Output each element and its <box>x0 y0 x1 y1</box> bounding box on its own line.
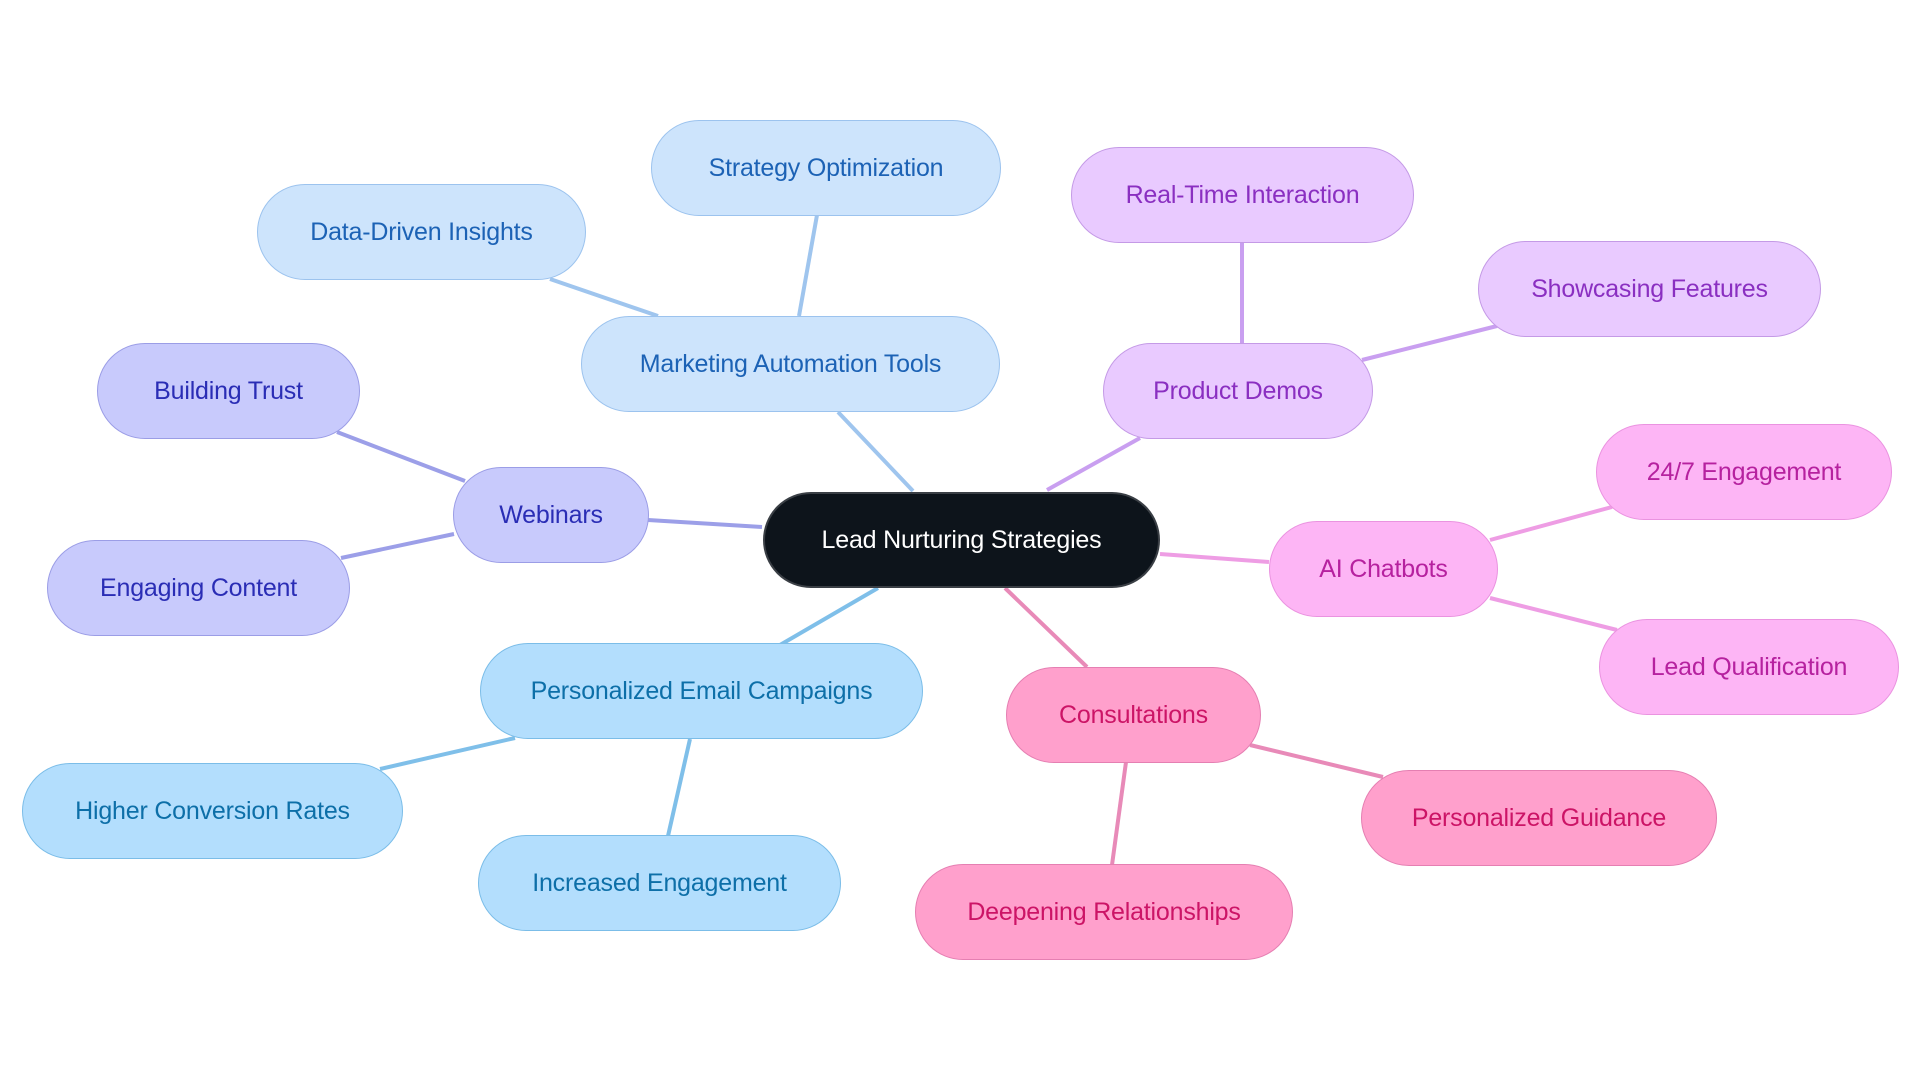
root-node-label: Lead Nurturing Strategies <box>821 525 1102 554</box>
node-consultations[interactable]: Consultations <box>1006 667 1261 763</box>
node-product-demos[interactable]: Product Demos <box>1103 343 1373 439</box>
node-engaging-content[interactable]: Engaging Content <box>47 540 350 636</box>
node-label: Increased Engagement <box>532 868 787 897</box>
edge-root-personalized-email <box>778 586 880 647</box>
node-lead-qualification[interactable]: Lead Qualification <box>1599 619 1899 715</box>
node-marketing-automation-tools[interactable]: Marketing Automation Tools <box>581 316 1000 412</box>
node-label: Lead Qualification <box>1650 652 1848 681</box>
edge-root-webinars <box>647 518 763 529</box>
node-label: Personalized Guidance <box>1411 803 1667 832</box>
node-label: Webinars <box>499 500 603 529</box>
node-label: Real-Time Interaction <box>1125 180 1360 209</box>
node-deepening-relationships[interactable]: Deepening Relationships <box>915 864 1293 960</box>
edge-consultations-deepening <box>1110 761 1128 866</box>
node-ai-chatbots[interactable]: AI Chatbots <box>1269 521 1498 617</box>
edge-product-demos-showcasing <box>1361 324 1498 362</box>
edge-root-ai-chatbots <box>1159 552 1270 564</box>
edge-marketing-automation-data-driven-insights <box>549 277 659 318</box>
node-label: Marketing Automation Tools <box>639 349 942 378</box>
node-label: Product Demos <box>1153 376 1323 405</box>
node-label: Showcasing Features <box>1531 274 1768 303</box>
edge-webinars-engaging-content <box>340 532 455 560</box>
edge-consultations-personalized-guidance <box>1249 743 1384 779</box>
node-label: Higher Conversion Rates <box>75 796 350 825</box>
edge-email-increased-engagement <box>666 738 692 837</box>
node-showcasing-features[interactable]: Showcasing Features <box>1478 241 1821 337</box>
edge-email-higher-conversion <box>379 736 516 771</box>
node-label: Strategy Optimization <box>708 153 944 182</box>
mindmap-canvas: Lead Nurturing Strategies Marketing Auto… <box>0 0 1920 1083</box>
node-label: Consultations <box>1059 700 1208 729</box>
node-strategy-optimization[interactable]: Strategy Optimization <box>651 120 1001 216</box>
edge-marketing-automation-strategy-optimization <box>797 214 819 317</box>
edge-webinars-building-trust <box>336 430 466 483</box>
node-personalized-guidance[interactable]: Personalized Guidance <box>1361 770 1717 866</box>
node-label: Engaging Content <box>100 573 297 602</box>
node-increased-engagement[interactable]: Increased Engagement <box>478 835 841 931</box>
edge-root-product-demos <box>1046 436 1141 492</box>
node-label: Personalized Email Campaigns <box>530 676 873 705</box>
root-node[interactable]: Lead Nurturing Strategies <box>763 492 1160 588</box>
node-label: 24/7 Engagement <box>1646 457 1842 486</box>
node-label: Building Trust <box>154 376 303 405</box>
node-label: AI Chatbots <box>1319 554 1448 583</box>
edge-ai-chatbots-lead-qualification <box>1489 596 1618 632</box>
node-building-trust[interactable]: Building Trust <box>97 343 360 439</box>
node-label: Deepening Relationships <box>967 897 1241 926</box>
node-higher-conversion-rates[interactable]: Higher Conversion Rates <box>22 763 403 859</box>
node-data-driven-insights[interactable]: Data-Driven Insights <box>257 184 586 280</box>
edge-ai-chatbots-247 <box>1489 505 1613 542</box>
node-label: Data-Driven Insights <box>310 217 533 246</box>
node-webinars[interactable]: Webinars <box>453 467 649 563</box>
edge-root-marketing-automation <box>836 410 915 493</box>
node-247-engagement[interactable]: 24/7 Engagement <box>1596 424 1892 520</box>
node-real-time-interaction[interactable]: Real-Time Interaction <box>1071 147 1414 243</box>
edge-root-consultations <box>1003 586 1089 669</box>
node-personalized-email-campaigns[interactable]: Personalized Email Campaigns <box>480 643 923 739</box>
